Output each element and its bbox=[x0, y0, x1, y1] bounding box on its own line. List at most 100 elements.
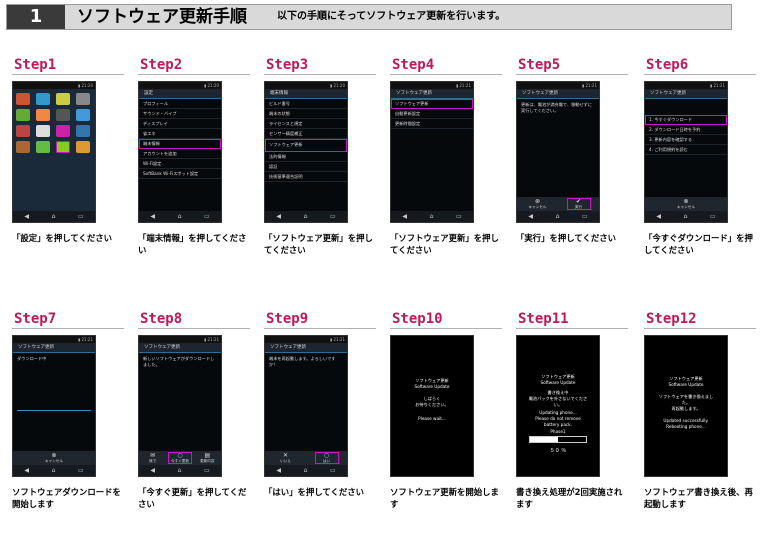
step-5: Step5 ▮ 21:21 ソフトウェア更新 更新は、電池が満充電で、移動せずに… bbox=[516, 56, 628, 243]
screen-title: ソフトウェア更新 bbox=[139, 343, 221, 353]
screen-title: 設定 bbox=[139, 89, 221, 99]
phone-screenshot-update-start: ソフトウェア更新 Software Update しばらく お待ちください。 P… bbox=[390, 335, 474, 477]
menu-item-software-update[interactable]: ソフトウェア更新 bbox=[265, 139, 347, 152]
phone-screenshot-device-info: ▮ 21:20 端末情報 ビルド番号 端末の状態 ライセンスと規定 センサー精度… bbox=[264, 81, 348, 223]
step-caption: 「端末情報」を押してください bbox=[138, 233, 247, 255]
later-button[interactable]: ✉ 後で bbox=[141, 452, 165, 464]
menu-item[interactable]: 省エネ bbox=[139, 129, 221, 139]
menu-item[interactable]: アカウントを追加 bbox=[139, 149, 221, 159]
step-label: Step1 bbox=[12, 56, 124, 75]
step-label: Step7 bbox=[12, 310, 124, 329]
nav-bar: ◀ ⌂ ▭ bbox=[517, 211, 599, 222]
section-title: ソフトウェア更新手順 bbox=[77, 7, 247, 27]
app-icon bbox=[76, 93, 90, 105]
app-icon bbox=[76, 141, 90, 153]
screen-body: 端末を再起動します。よろしいですか？ bbox=[269, 356, 336, 367]
screen-text: お待ちください。 bbox=[415, 402, 449, 407]
phone-screenshot-downloading: ▮ 21:21 ソフトウェア更新 ダウンロード中 ⊗ キャンセル ◀ ⌂ ▭ bbox=[12, 335, 96, 477]
details-button[interactable]: ▤ 更新内容 bbox=[195, 452, 219, 464]
button-bar: ✉ 後で ○ 今すぐ更新 ▤ 更新内容 bbox=[139, 451, 221, 465]
menu-item[interactable]: センサー精度補正 bbox=[265, 129, 347, 139]
screen-title: ソフトウェア更新 bbox=[391, 89, 473, 99]
nav-bar: ◀ ⌂ ▭ bbox=[265, 465, 347, 476]
step-caption: ソフトウェア書き換え後、再起動します bbox=[644, 487, 753, 509]
progress-fill bbox=[530, 437, 558, 442]
section-number: 1 bbox=[7, 5, 65, 29]
menu-item[interactable]: ライセンスと規定 bbox=[265, 119, 347, 129]
step-10: Step10 ソフトウェア更新 Software Update しばらく お待ち… bbox=[390, 310, 502, 509]
menu-item[interactable]: 更新時間設定 bbox=[391, 119, 473, 129]
screen-text: 電池パックを外さないでください。 bbox=[528, 396, 588, 407]
menu-item[interactable]: ビルド番号 bbox=[265, 99, 347, 109]
screen-text: Software Update bbox=[540, 380, 576, 385]
section-subtitle: 以下の手順にそってソフトウェア更新を行います。 bbox=[277, 11, 506, 22]
step-label: Step3 bbox=[264, 56, 376, 75]
step-9: Step9 ▮ 21:21 ソフトウェア更新 端末を再起動します。よろしいですか… bbox=[264, 310, 376, 497]
option-item[interactable]: 3. 更新内容を確認する bbox=[645, 135, 727, 145]
cancel-button[interactable]: ⊗ キャンセル bbox=[674, 198, 698, 210]
menu-item[interactable]: 自動更新設定 bbox=[391, 109, 473, 119]
app-icon bbox=[56, 125, 70, 137]
step-label: Step9 bbox=[264, 310, 376, 329]
nav-bar: ◀ ⌂ ▭ bbox=[645, 211, 727, 222]
phone-screenshot-software-update-menu: ▮ 21:21 ソフトウェア更新 ソフトウェア更新 自動更新設定 更新時間設定 … bbox=[390, 81, 474, 223]
section-header: 1 ソフトウェア更新手順 以下の手順にそってソフトウェア更新を行います。 bbox=[6, 4, 732, 30]
phone-screenshot-update-ready: ▮ 21:21 ソフトウェア更新 新しいソフトウェアがダウンロードしました。 ✉… bbox=[138, 335, 222, 477]
screen-text: ソフトウェアを書き換えました。 bbox=[658, 394, 714, 405]
menu-item[interactable]: 法的情報 bbox=[265, 152, 347, 162]
nav-bar: ◀ ⌂ ▭ bbox=[13, 211, 95, 222]
button-bar: ⊗ キャンセル ✔ 実行 bbox=[517, 197, 599, 211]
menu-item[interactable]: Wi-Fi設定 bbox=[139, 159, 221, 169]
step-8: Step8 ▮ 21:21 ソフトウェア更新 新しいソフトウェアがダウンロードし… bbox=[138, 310, 250, 509]
screen-text: Please do not remove battery pack. bbox=[535, 416, 581, 427]
app-icon bbox=[76, 125, 90, 137]
option-item[interactable]: 2. ダウンロード日時を予約 bbox=[645, 125, 727, 135]
menu-item-software-update[interactable]: ソフトウェア更新 bbox=[391, 99, 473, 109]
update-now-button[interactable]: ○ 今すぐ更新 bbox=[167, 452, 192, 464]
menu-item[interactable]: ディスプレイ bbox=[139, 119, 221, 129]
screen-body: 新しいソフトウェアがダウンロードしました。 bbox=[143, 356, 215, 367]
run-button[interactable]: ✔ 実行 bbox=[566, 198, 591, 210]
option-item[interactable]: 4. ご利用規約を読む bbox=[645, 145, 727, 155]
screen-title: ソフトウェア更新 bbox=[645, 89, 727, 99]
settings-icon[interactable] bbox=[56, 141, 70, 153]
phone-screenshot-home: ▮ 21:20 ◀ ⌂ ▭ bbox=[12, 81, 96, 223]
screen-title: ソフトウェア更新 bbox=[13, 343, 95, 353]
step-7: Step7 ▮ 21:21 ソフトウェア更新 ダウンロード中 ⊗ キャンセル ◀ ⌂… bbox=[12, 310, 124, 509]
step-caption: 「今すぐダウンロード」を押してください bbox=[644, 233, 753, 255]
app-icon bbox=[16, 109, 30, 121]
no-button[interactable]: ✕ いいえ bbox=[274, 452, 298, 464]
menu-item[interactable]: プロフィール bbox=[139, 99, 221, 109]
screen-text: Rebooting phone... bbox=[666, 424, 706, 429]
button-bar: ✕ いいえ ○ はい bbox=[265, 451, 347, 465]
phone-screenshot-restart-confirm: ▮ 21:21 ソフトウェア更新 端末を再起動します。よろしいですか？ ✕ いいえ… bbox=[264, 335, 348, 477]
phone-screenshot-download-options: ▮ 21:21 ソフトウェア更新 1. 今すぐダウンロード 2. ダウンロード日… bbox=[644, 81, 728, 223]
nav-bar: ◀ ⌂ ▭ bbox=[265, 211, 347, 222]
step-2: Step2 ▮ 21:20 設定 プロフィール サウンド・バイブ ディスプレイ … bbox=[138, 56, 250, 255]
menu-item[interactable]: 技術基準適合証明 bbox=[265, 172, 347, 182]
progress-bar bbox=[529, 436, 587, 443]
nav-bar: ◀ ⌂ ▭ bbox=[139, 465, 221, 476]
cancel-icon: ⊗ bbox=[534, 198, 541, 205]
menu-item[interactable]: サウンド・バイブ bbox=[139, 109, 221, 119]
step-caption: 「今すぐ更新」を押してください bbox=[138, 487, 247, 509]
step-4: Step4 ▮ 21:21 ソフトウェア更新 ソフトウェア更新 自動更新設定 更… bbox=[390, 56, 502, 255]
app-icon bbox=[56, 109, 70, 121]
option-download-now[interactable]: 1. 今すぐダウンロード bbox=[645, 115, 727, 125]
check-icon: ✔ bbox=[575, 198, 582, 205]
menu-item[interactable]: 認証 bbox=[265, 162, 347, 172]
step-caption: 「実行」を押してください bbox=[516, 233, 616, 243]
cancel-button[interactable]: ⊗ キャンセル bbox=[42, 452, 66, 464]
progress-bar bbox=[17, 410, 91, 411]
step-6: Step6 ▮ 21:21 ソフトウェア更新 1. 今すぐダウンロード 2. ダ… bbox=[644, 56, 756, 255]
step-caption: ソフトウェアダウンロードを開始します bbox=[12, 487, 121, 509]
yes-button[interactable]: ○ はい bbox=[314, 452, 339, 464]
cancel-button[interactable]: ⊗ キャンセル bbox=[526, 198, 550, 210]
step-11: Step11 ソフトウェア更新 Software Update 書き換え中 電池… bbox=[516, 310, 628, 509]
button-bar: ⊗ キャンセル bbox=[13, 451, 95, 465]
menu-item[interactable]: 端末の状態 bbox=[265, 109, 347, 119]
step-caption: 「はい」を押してください bbox=[264, 487, 364, 497]
menu-item-device-info[interactable]: 端末情報 bbox=[139, 139, 221, 149]
phone-screenshot-reboot: ソフトウェア更新 Software Update ソフトウェアを書き換えました。… bbox=[644, 335, 728, 477]
menu-item[interactable]: SoftBank Wi-Fiスポット設定 bbox=[139, 169, 221, 179]
